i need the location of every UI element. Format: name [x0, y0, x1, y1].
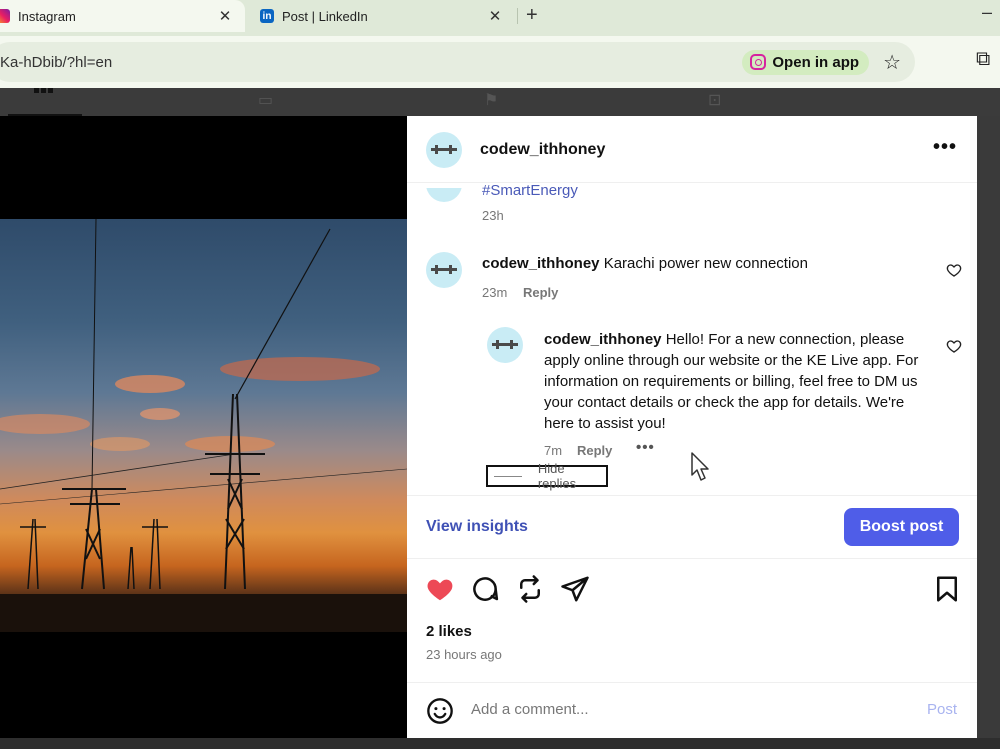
minimize-button[interactable]: –	[982, 2, 992, 23]
new-tab-button[interactable]: +	[526, 4, 538, 27]
avatar[interactable]	[426, 132, 462, 168]
emoji-icon[interactable]	[426, 697, 454, 725]
add-comment-bar: Add a comment... Post	[407, 682, 977, 738]
reply-button[interactable]: Reply	[577, 443, 612, 458]
post-panel: codew_ithhoney ••• #SmartEnergy 23h code…	[407, 116, 977, 738]
url-text[interactable]: Ka-hDbib/?hl=en	[0, 54, 742, 71]
like-comment-heart-icon[interactable]	[946, 262, 962, 278]
bookmark-star-icon[interactable]: ☆	[883, 50, 901, 75]
page-bottom-strip	[0, 738, 1000, 749]
open-in-app-button[interactable]: Open in app	[742, 49, 870, 75]
power-lines-photo	[0, 219, 407, 632]
liked-heart-icon[interactable]	[425, 574, 455, 604]
grid-icon[interactable]	[34, 88, 54, 102]
caption-time: 23h	[482, 208, 504, 223]
close-icon[interactable]: ✕	[213, 7, 237, 25]
tab-linkedin[interactable]: in Post | LinkedIn ✕	[250, 0, 515, 32]
comment-body: Karachi power new connection	[603, 255, 808, 272]
mouse-cursor-icon	[691, 452, 709, 481]
post-comment-button[interactable]: Post	[927, 701, 957, 718]
tab-title: Post | LinkedIn	[282, 8, 368, 24]
hashtag-link[interactable]: #SmartEnergy	[482, 182, 578, 199]
actions-divider	[407, 558, 977, 559]
comment-1: codew_ithhoney Karachi power new connect…	[482, 253, 922, 274]
instagram-favicon-icon	[0, 9, 10, 23]
view-insights-link[interactable]: View insights	[426, 518, 528, 536]
extensions-icon[interactable]: ⧉	[976, 48, 990, 71]
posted-time: 23 hours ago	[426, 647, 502, 662]
post-header: codew_ithhoney •••	[407, 116, 977, 182]
address-bar-row: Ka-hDbib/?hl=en Open in app ☆ ⧉	[0, 36, 1000, 88]
save-bookmark-icon[interactable]	[932, 574, 962, 604]
comment-time: 7m	[544, 443, 563, 458]
omnibox[interactable]: Ka-hDbib/?hl=en Open in app ☆	[0, 42, 915, 82]
comment-username[interactable]: codew_ithhoney	[544, 331, 662, 348]
likes-count[interactable]: 2 likes	[426, 623, 472, 640]
repost-icon[interactable]	[515, 574, 545, 604]
hide-replies-label: Hide replies	[537, 461, 577, 491]
comment-input[interactable]: Add a comment...	[471, 701, 589, 718]
post-author-username[interactable]: codew_ithhoney	[480, 141, 605, 159]
post-media[interactable]	[0, 116, 407, 738]
hide-replies-line	[494, 475, 522, 477]
avatar[interactable]	[426, 252, 462, 288]
tab-separator	[517, 8, 518, 24]
avatar[interactable]	[487, 327, 523, 363]
profile-tabs-strip: ▭ ⚑ ⊡	[0, 88, 1000, 116]
hide-replies-button[interactable]: Hide replies	[486, 461, 608, 491]
like-comment-heart-icon[interactable]	[946, 338, 962, 354]
reply-button[interactable]: Reply	[523, 285, 558, 300]
comment-bubble-icon[interactable]	[470, 574, 500, 604]
browser-tab-bar: Instagram ✕ in Post | LinkedIn ✕ + –	[0, 0, 1000, 36]
reels-icon[interactable]: ▭	[258, 90, 273, 110]
tab-instagram[interactable]: Instagram ✕	[0, 0, 245, 32]
more-options-icon[interactable]: •••	[933, 136, 957, 159]
instagram-icon	[750, 54, 767, 70]
tagged-icon[interactable]: ⊡	[708, 90, 721, 110]
comment-time: 23m	[482, 285, 508, 300]
share-send-icon[interactable]	[560, 574, 590, 604]
linkedin-favicon-icon: in	[260, 9, 274, 23]
boost-post-button[interactable]: Boost post	[844, 508, 959, 546]
saved-icon[interactable]: ⚑	[484, 90, 498, 110]
comments-divider	[407, 495, 977, 496]
open-in-app-label: Open in app	[772, 53, 860, 71]
close-icon[interactable]: ✕	[483, 7, 507, 25]
comment-options-icon[interactable]: •••	[636, 439, 655, 456]
tab-title: Instagram	[18, 8, 76, 24]
comment-username[interactable]: codew_ithhoney	[482, 255, 600, 272]
comment-2: codew_ithhoney Hello! For a new connecti…	[544, 329, 936, 434]
